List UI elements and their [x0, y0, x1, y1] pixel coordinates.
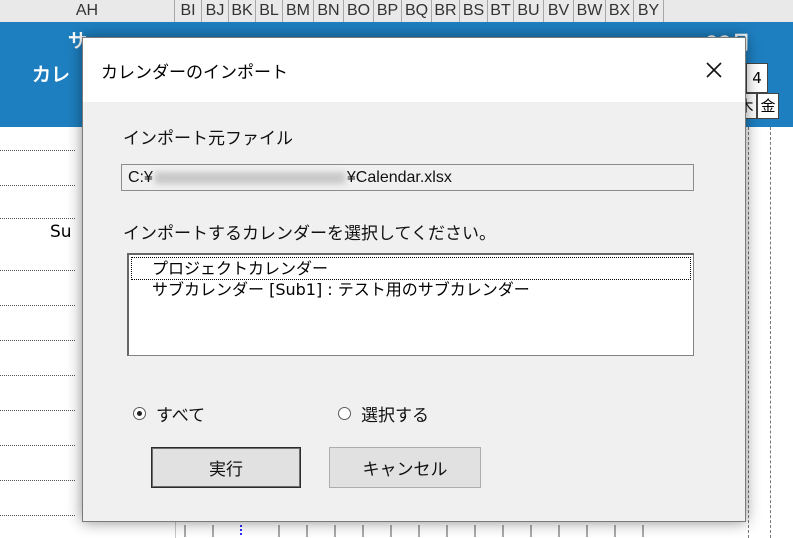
header-label-bottom: カレ	[32, 64, 71, 86]
row-divider	[0, 305, 75, 306]
radio-select-label: 選択する	[361, 406, 429, 426]
column-header[interactable]: BY	[634, 0, 664, 22]
import-calendar-dialog: カレンダーのインポート インポート元ファイル C:¥ ¥Calendar.xlsx…	[82, 37, 746, 522]
column-header[interactable]: BK	[229, 0, 256, 22]
column-header[interactable]: BW	[574, 0, 606, 22]
column-header-bar: AH BI BJ BK BL BM BN BO BP BQ BR BS BT B…	[0, 0, 793, 23]
radio-all[interactable]: すべて	[133, 401, 205, 426]
radio-select-indicator	[338, 407, 351, 420]
redacted-path-segment	[154, 171, 345, 184]
column-header[interactable]: BU	[514, 0, 544, 22]
select-calendar-label: インポートするカレンダーを選択してください。	[123, 224, 496, 244]
grid-line	[770, 127, 771, 538]
column-header[interactable]: BP	[374, 0, 402, 22]
column-header[interactable]: BO	[344, 0, 374, 22]
column-header[interactable]: BL	[256, 0, 283, 22]
dialog-title: カレンダーのインポート	[101, 63, 288, 83]
column-header[interactable]: BI	[175, 0, 202, 22]
date-cell[interactable]: 4	[746, 63, 768, 93]
row-divider	[0, 515, 75, 516]
column-header[interactable]: BS	[460, 0, 488, 22]
row-divider	[0, 150, 75, 151]
grid-line	[748, 127, 749, 538]
radio-all-label: すべて	[156, 406, 206, 426]
radio-select[interactable]: 選択する	[338, 401, 429, 426]
source-file-label: インポート元ファイル	[123, 129, 293, 149]
column-header[interactable]: BN	[314, 0, 344, 22]
weekday-cell[interactable]: 金	[757, 93, 779, 119]
column-header[interactable]: BX	[606, 0, 634, 22]
column-header[interactable]: BT	[488, 0, 514, 22]
row-divider	[0, 445, 75, 446]
column-header[interactable]: BV	[544, 0, 574, 22]
execute-button[interactable]: 実行	[151, 447, 301, 488]
close-button[interactable]	[683, 38, 745, 102]
row-divider	[0, 480, 75, 481]
row-divider	[0, 218, 75, 219]
radio-all-indicator	[133, 407, 146, 420]
row-divider	[0, 270, 75, 271]
path-prefix: C:¥	[128, 169, 153, 186]
dialog-titlebar[interactable]: カレンダーのインポート	[83, 38, 745, 102]
column-header-ah[interactable]: AH	[0, 0, 175, 22]
column-header[interactable]: BQ	[402, 0, 432, 22]
path-suffix: ¥Calendar.xlsx	[346, 169, 452, 186]
row-divider	[0, 340, 75, 341]
column-header[interactable]: BR	[432, 0, 460, 22]
timeline-ticks	[184, 525, 644, 537]
close-icon	[706, 62, 722, 78]
column-header[interactable]: BM	[283, 0, 314, 22]
list-item[interactable]: サブカレンダー [Sub1] : テスト用のサブカレンダー	[132, 279, 530, 300]
row-divider	[0, 185, 75, 186]
row-divider	[0, 410, 75, 411]
calendar-listbox[interactable]: プロジェクトカレンダー サブカレンダー [Sub1] : テスト用のサブカレンダ…	[127, 253, 694, 356]
cancel-button[interactable]: キャンセル	[329, 447, 481, 488]
column-header[interactable]: BJ	[202, 0, 229, 22]
row-label: Su	[50, 222, 72, 242]
row-divider	[0, 375, 75, 376]
list-item[interactable]: プロジェクトカレンダー	[131, 257, 691, 280]
source-file-path: C:¥ ¥Calendar.xlsx	[121, 164, 694, 191]
